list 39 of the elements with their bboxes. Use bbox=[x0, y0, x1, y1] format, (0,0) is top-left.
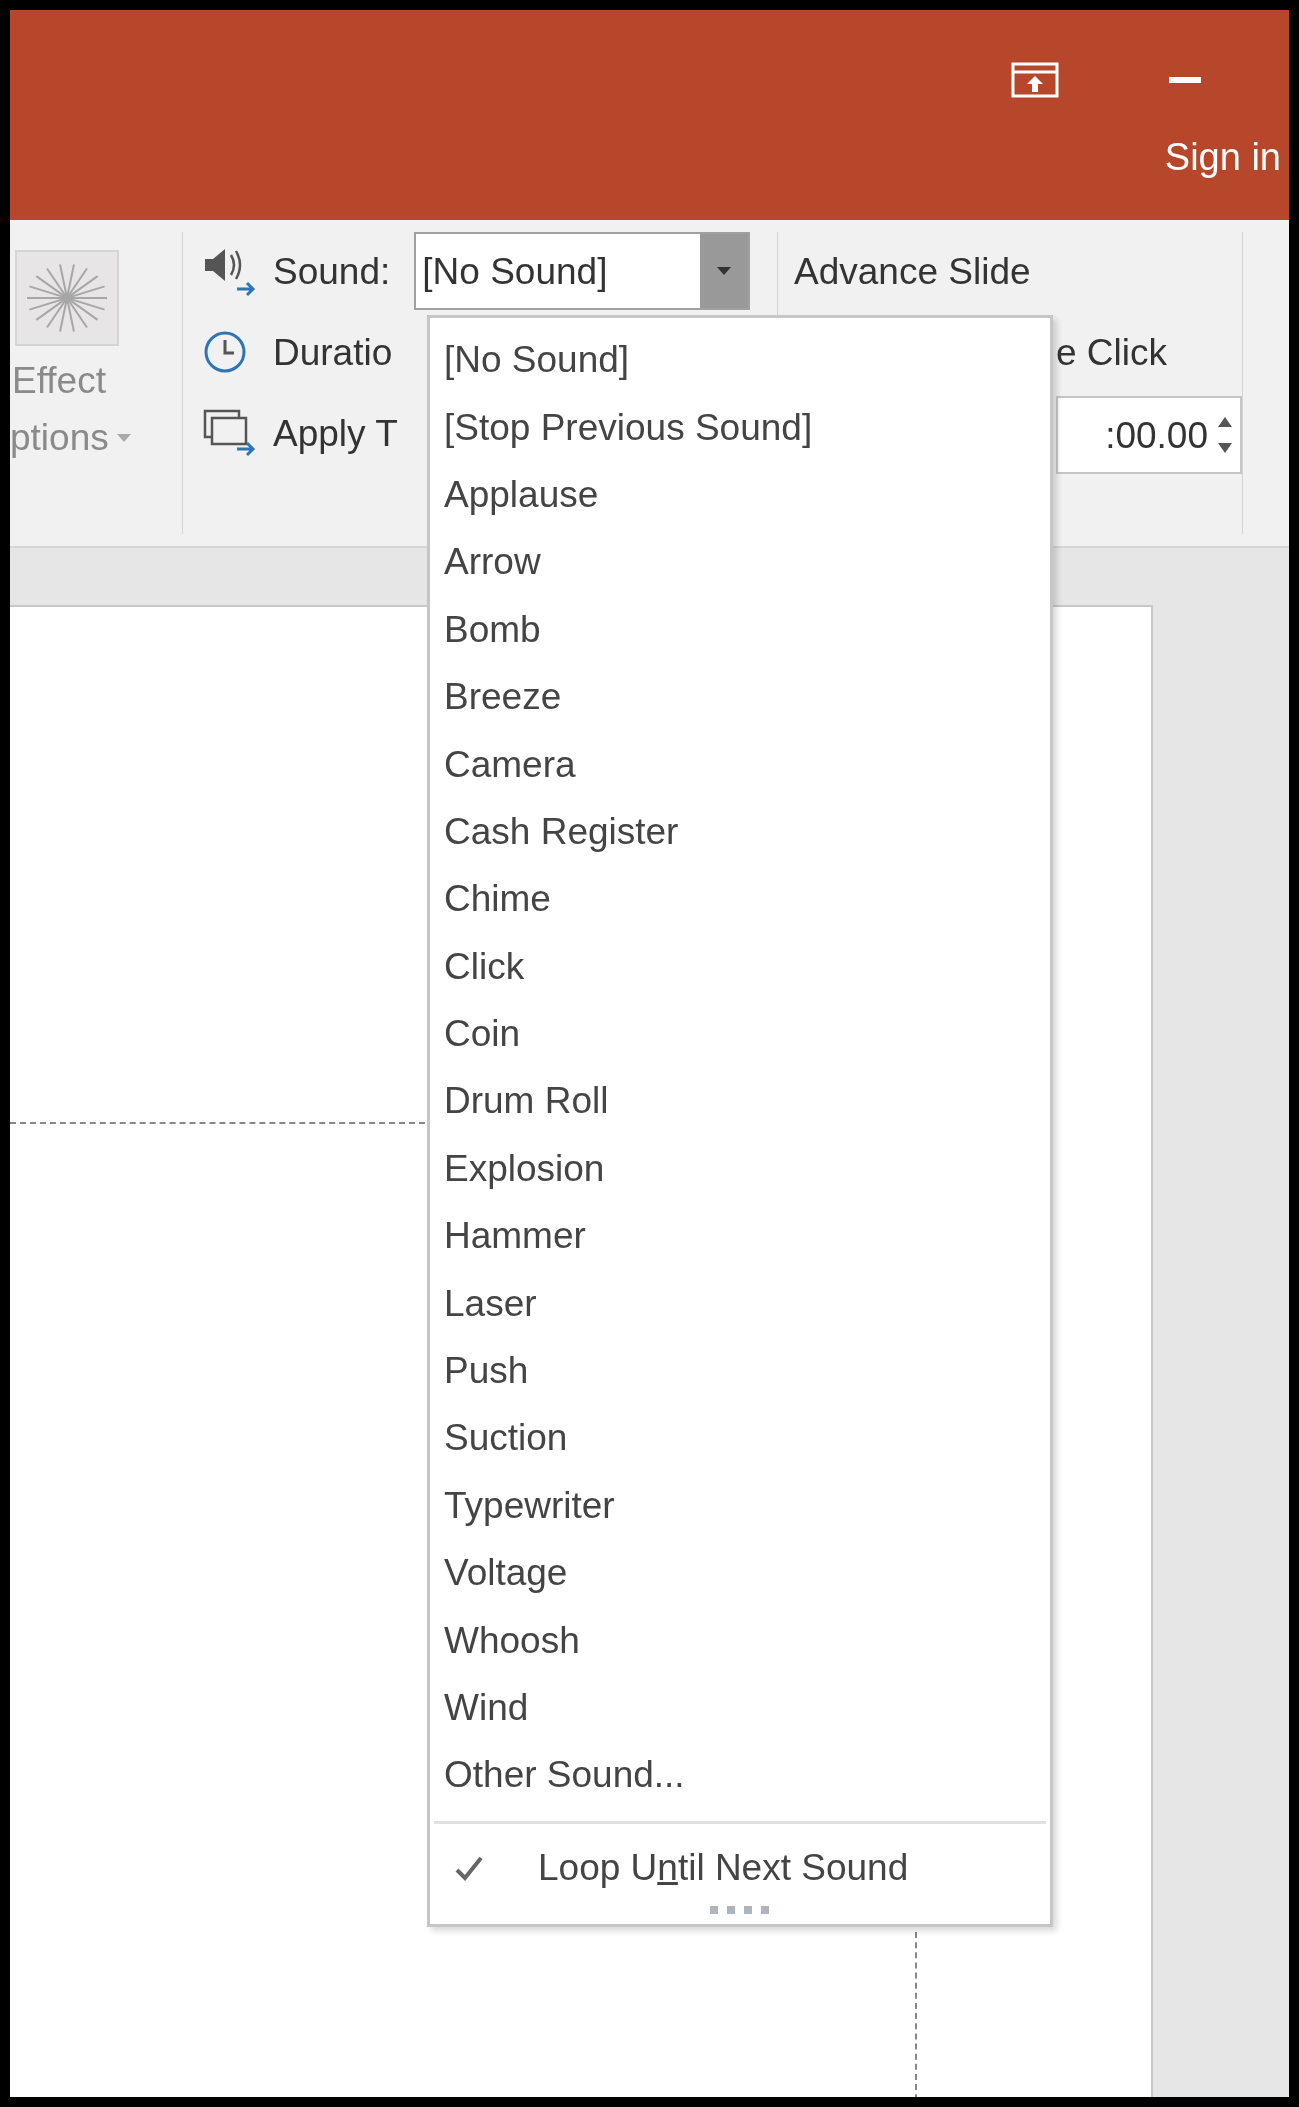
sound-option[interactable]: Chime bbox=[430, 865, 1050, 933]
sound-option[interactable]: Bomb bbox=[430, 595, 1050, 663]
caret-icon bbox=[717, 267, 732, 275]
sound-option[interactable]: [No Sound] bbox=[430, 326, 1050, 394]
sound-option[interactable]: Typewriter bbox=[430, 1471, 1050, 1540]
sound-option[interactable]: Explosion bbox=[430, 1134, 1050, 1203]
clock-icon bbox=[203, 330, 247, 374]
apply-to-all-button[interactable]: Apply T bbox=[273, 414, 398, 452]
sound-dropdown[interactable]: [No Sound] bbox=[414, 232, 751, 310]
after-time-spinner[interactable]: :00.00 bbox=[1056, 396, 1242, 474]
effect-options-label: Effect bbox=[12, 362, 107, 399]
advance-slide-heading: Advance Slide bbox=[794, 252, 1031, 290]
sound-option[interactable]: Voltage bbox=[430, 1539, 1050, 1607]
duration-label: Duratio bbox=[273, 333, 393, 371]
sound-option[interactable]: Applause bbox=[430, 460, 1050, 529]
sound-option[interactable]: Click bbox=[430, 932, 1050, 1000]
sound-option[interactable]: Other Sound... bbox=[430, 1741, 1050, 1809]
sound-label: Sound: bbox=[273, 252, 391, 290]
sound-option[interactable]: Camera bbox=[430, 730, 1050, 798]
sound-option[interactable]: Arrow bbox=[430, 528, 1050, 596]
spin-arrows-icon[interactable] bbox=[1218, 415, 1232, 455]
sound-option[interactable]: Suction bbox=[430, 1404, 1050, 1472]
sound-option[interactable]: Breeze bbox=[430, 662, 1050, 731]
sound-option[interactable]: Drum Roll bbox=[430, 1067, 1050, 1135]
sound-option[interactable]: Push bbox=[430, 1336, 1050, 1405]
sign-in-link[interactable]: Sign in bbox=[1164, 138, 1281, 176]
dropdown-arrow-icon bbox=[116, 433, 131, 442]
sound-option[interactable]: [Stop Previous Sound] bbox=[430, 393, 1050, 461]
sound-option[interactable]: Hammer bbox=[430, 1202, 1050, 1270]
sound-option[interactable]: Wind bbox=[430, 1673, 1050, 1742]
sound-option[interactable]: Coin bbox=[430, 999, 1050, 1068]
loop-until-next-sound-option[interactable]: Loop Until Next Sound bbox=[430, 1831, 1050, 1904]
sound-option[interactable]: Cash Register bbox=[430, 797, 1050, 866]
ribbon-display-options-icon[interactable] bbox=[1011, 62, 1059, 98]
sound-option[interactable]: Whoosh bbox=[430, 1606, 1050, 1674]
sound-option[interactable]: Laser bbox=[430, 1269, 1050, 1337]
on-mouse-click-label: e Click bbox=[1056, 333, 1168, 371]
effect-options-label: ptions bbox=[10, 419, 109, 456]
resize-grip-icon[interactable] bbox=[710, 1905, 770, 1914]
